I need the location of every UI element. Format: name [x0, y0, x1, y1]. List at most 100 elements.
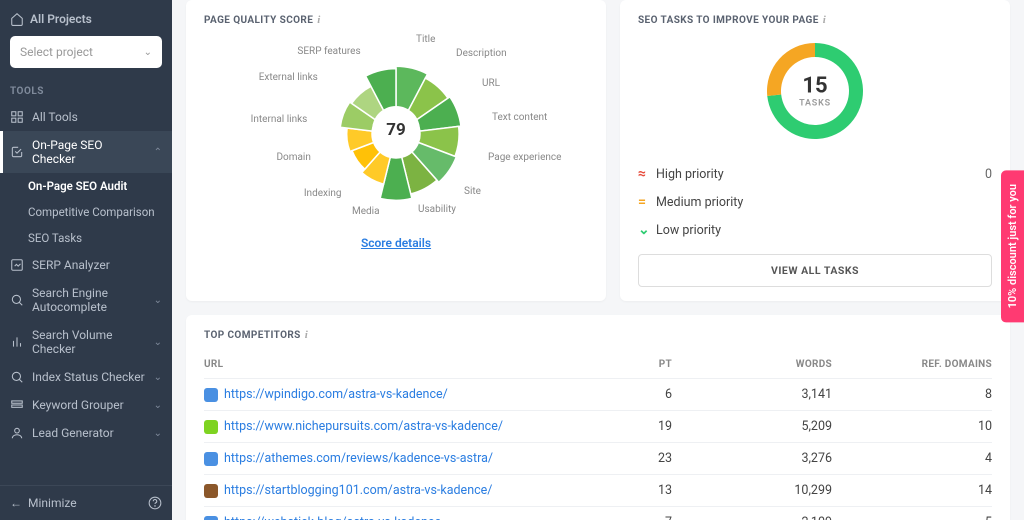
- priority-count: 0: [985, 167, 992, 182]
- competitor-url-link[interactable]: https://athemes.com/reviews/kadence-vs-a…: [204, 451, 592, 466]
- discount-tab[interactable]: 10% discount just for you: [1001, 170, 1024, 322]
- chevron-down-icon: ⌄: [154, 400, 162, 411]
- competitor-pt: 19: [592, 419, 672, 434]
- priority-icon: ⌄: [638, 222, 656, 238]
- project-select-placeholder: Select project: [20, 45, 93, 59]
- table-row: https://wpindigo.com/astra-vs-kadence/63…: [204, 378, 992, 410]
- sidebar-item-serp-analyzer[interactable]: SERP Analyzer: [0, 251, 172, 279]
- sidebar: All Projects Select project ⌄ TOOLS All …: [0, 0, 172, 520]
- arrow-left-icon: ←: [10, 496, 22, 510]
- tools-heading: TOOLS: [0, 68, 172, 103]
- chevron-down-icon: ⌄: [154, 295, 162, 306]
- competitor-url-link[interactable]: https://webstick.blog/astra-vs-kadence: [204, 515, 592, 520]
- competitor-url-text: https://www.nichepursuits.com/astra-vs-k…: [224, 419, 503, 434]
- info-icon[interactable]: i: [823, 14, 826, 26]
- sidebar-item-label: Keyword Grouper: [32, 398, 146, 412]
- col-ref: REF. DOMAINS: [832, 359, 992, 370]
- group-icon: [10, 398, 24, 412]
- chevron-down-icon: ⌄: [154, 428, 162, 439]
- radial-label: Media: [352, 206, 380, 217]
- priority-label: High priority: [656, 167, 985, 182]
- competitor-ref: 8: [832, 387, 992, 402]
- top-competitors-card: TOP COMPETITORS i URL PT WORDS REF. DOMA…: [186, 315, 1010, 520]
- favicon-icon: [204, 388, 218, 402]
- minimize-button[interactable]: ← Minimize: [10, 496, 77, 510]
- radial-label: Usability: [418, 204, 456, 215]
- competitor-pt: 6: [592, 387, 672, 402]
- analyzer-icon: [10, 258, 24, 272]
- priority-row: =Medium priority: [638, 188, 992, 216]
- col-pt: PT: [592, 359, 672, 370]
- radial-label: Internal links: [251, 114, 308, 125]
- sidebar-subitem[interactable]: On-Page SEO Audit: [0, 173, 172, 199]
- info-icon[interactable]: i: [305, 329, 308, 341]
- radial-label: Domain: [276, 152, 310, 163]
- chevron-down-icon: ⌄: [154, 372, 162, 383]
- quality-score: 79: [374, 108, 418, 152]
- competitor-ref: 5: [832, 515, 992, 520]
- project-select[interactable]: Select project ⌄: [10, 36, 162, 68]
- sidebar-item-label: SERP Analyzer: [32, 258, 162, 272]
- competitor-url-link[interactable]: https://startblogging101.com/astra-vs-ka…: [204, 483, 592, 498]
- competitor-url-link[interactable]: https://www.nichepursuits.com/astra-vs-k…: [204, 419, 592, 434]
- sidebar-item-keyword-grouper[interactable]: Keyword Grouper ⌄: [0, 391, 172, 419]
- sidebar-subitem[interactable]: SEO Tasks: [0, 225, 172, 251]
- view-all-tasks-button[interactable]: VIEW ALL TASKS: [638, 254, 992, 287]
- checklist-icon: [10, 145, 24, 159]
- sidebar-item-lead-generator[interactable]: Lead Generator ⌄: [0, 419, 172, 447]
- competitor-ref: 14: [832, 483, 992, 498]
- info-icon[interactable]: i: [317, 14, 320, 26]
- radial-label: External links: [259, 72, 318, 83]
- radial-label: SERP features: [297, 46, 360, 57]
- bars-icon: [10, 335, 24, 349]
- tasks-total-label: TASKS: [799, 99, 831, 109]
- competitor-pt: 23: [592, 451, 672, 466]
- radial-label: Description: [456, 48, 507, 59]
- table-row: https://athemes.com/reviews/kadence-vs-a…: [204, 442, 992, 474]
- tasks-total: 15: [799, 74, 831, 99]
- help-icon[interactable]: [148, 496, 162, 510]
- all-projects-link[interactable]: All Projects: [10, 10, 162, 36]
- tasks-title: SEO TASKS TO IMPROVE YOUR PAGE: [638, 15, 819, 26]
- sidebar-item-label: On-Page SEO Checker: [32, 138, 146, 166]
- minimize-label: Minimize: [28, 496, 77, 510]
- competitors-title: TOP COMPETITORS: [204, 330, 301, 341]
- table-row: https://webstick.blog/astra-vs-kadence72…: [204, 506, 992, 520]
- grid-icon: [10, 110, 24, 124]
- col-words: WORDS: [672, 359, 832, 370]
- sidebar-item-label: Lead Generator: [32, 426, 146, 440]
- competitor-words: 10,299: [672, 483, 832, 498]
- sidebar-item-search-engine-autocomplete[interactable]: Search Engine Autocomplete⌄: [0, 279, 172, 321]
- competitor-words: 3,276: [672, 451, 832, 466]
- competitor-ref: 4: [832, 451, 992, 466]
- table-row: https://www.nichepursuits.com/astra-vs-k…: [204, 410, 992, 442]
- competitor-ref: 10: [832, 419, 992, 434]
- chevron-down-icon: ⌄: [144, 47, 152, 58]
- lead-icon: [10, 426, 24, 440]
- sidebar-subitem[interactable]: Competitive Comparison: [0, 199, 172, 225]
- search-icon: [10, 293, 24, 307]
- all-projects-label: All Projects: [30, 12, 92, 26]
- sidebar-item-on-page-seo-checker[interactable]: On-Page SEO Checker⌃: [0, 131, 172, 173]
- radial-label: Text content: [492, 112, 547, 123]
- chevron-down-icon: ⌄: [154, 337, 162, 348]
- competitor-pt: 13: [592, 483, 672, 498]
- competitor-pt: 7: [592, 515, 672, 520]
- sidebar-item-search-volume-checker[interactable]: Search Volume Checker⌄: [0, 321, 172, 363]
- competitor-words: 5,209: [672, 419, 832, 434]
- score-details-link[interactable]: Score details: [361, 236, 431, 250]
- priority-icon: ≈: [638, 166, 656, 182]
- sidebar-item-all-tools[interactable]: All Tools: [0, 103, 172, 131]
- priority-label: Medium priority: [656, 195, 992, 210]
- favicon-icon: [204, 484, 218, 498]
- home-icon: [10, 12, 24, 26]
- competitor-url-link[interactable]: https://wpindigo.com/astra-vs-kadence/: [204, 387, 592, 402]
- competitor-url-text: https://wpindigo.com/astra-vs-kadence/: [224, 387, 448, 402]
- sidebar-item-index-status-checker[interactable]: Index Status Checker⌄: [0, 363, 172, 391]
- priority-icon: =: [638, 194, 656, 210]
- competitor-words: 3,141: [672, 387, 832, 402]
- competitor-url-text: https://startblogging101.com/astra-vs-ka…: [224, 483, 492, 498]
- priority-row: ⌄Low priority: [638, 216, 992, 244]
- favicon-icon: [204, 516, 218, 520]
- sidebar-item-label: All Tools: [32, 110, 162, 124]
